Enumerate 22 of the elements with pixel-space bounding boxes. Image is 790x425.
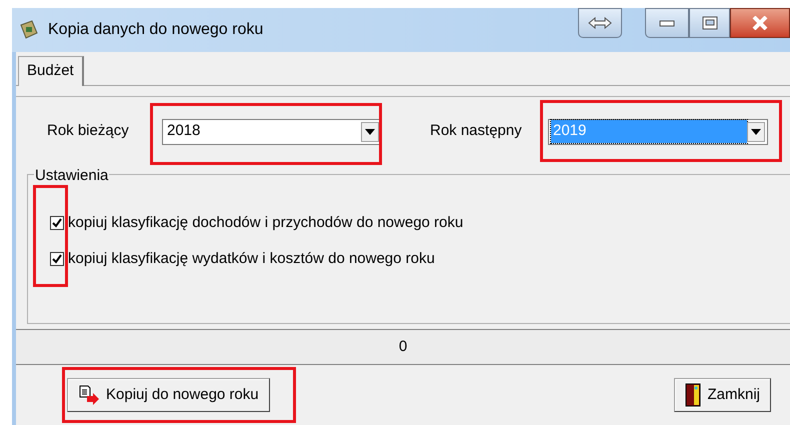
- close-button[interactable]: Zamknij: [674, 378, 771, 412]
- checkbox[interactable]: [50, 216, 64, 230]
- app-icon: [18, 19, 40, 41]
- resize-button[interactable]: [578, 8, 622, 38]
- minimize-icon: [659, 19, 675, 27]
- field-label: Rok bieżący: [47, 121, 130, 142]
- year-dropdown[interactable]: 2018: [162, 118, 382, 144]
- copy-button[interactable]: Kopiuj do nowego roku: [67, 378, 270, 412]
- double-arrow-icon: [588, 17, 612, 29]
- minimize-button[interactable]: [645, 8, 689, 38]
- door-icon: [685, 383, 702, 407]
- maximize-button[interactable]: [689, 8, 730, 38]
- checkbox[interactable]: [50, 252, 64, 266]
- tab[interactable]: Budżet: [18, 56, 84, 86]
- maximize-icon: [702, 16, 718, 30]
- checkbox-label[interactable]: kopiuj klasyfikację wydatków i kosztów do nowego roku: [68, 248, 435, 270]
- checkbox-label[interactable]: kopiuj klasyfikację dochodów i przychodów do nowego roku: [68, 212, 464, 234]
- field-label: Rok następny: [430, 121, 523, 142]
- window-title: Kopia danych do nowego roku: [48, 20, 264, 40]
- close-button[interactable]: [730, 8, 790, 38]
- document-arrow-icon: [78, 385, 100, 405]
- close-icon: [751, 16, 769, 30]
